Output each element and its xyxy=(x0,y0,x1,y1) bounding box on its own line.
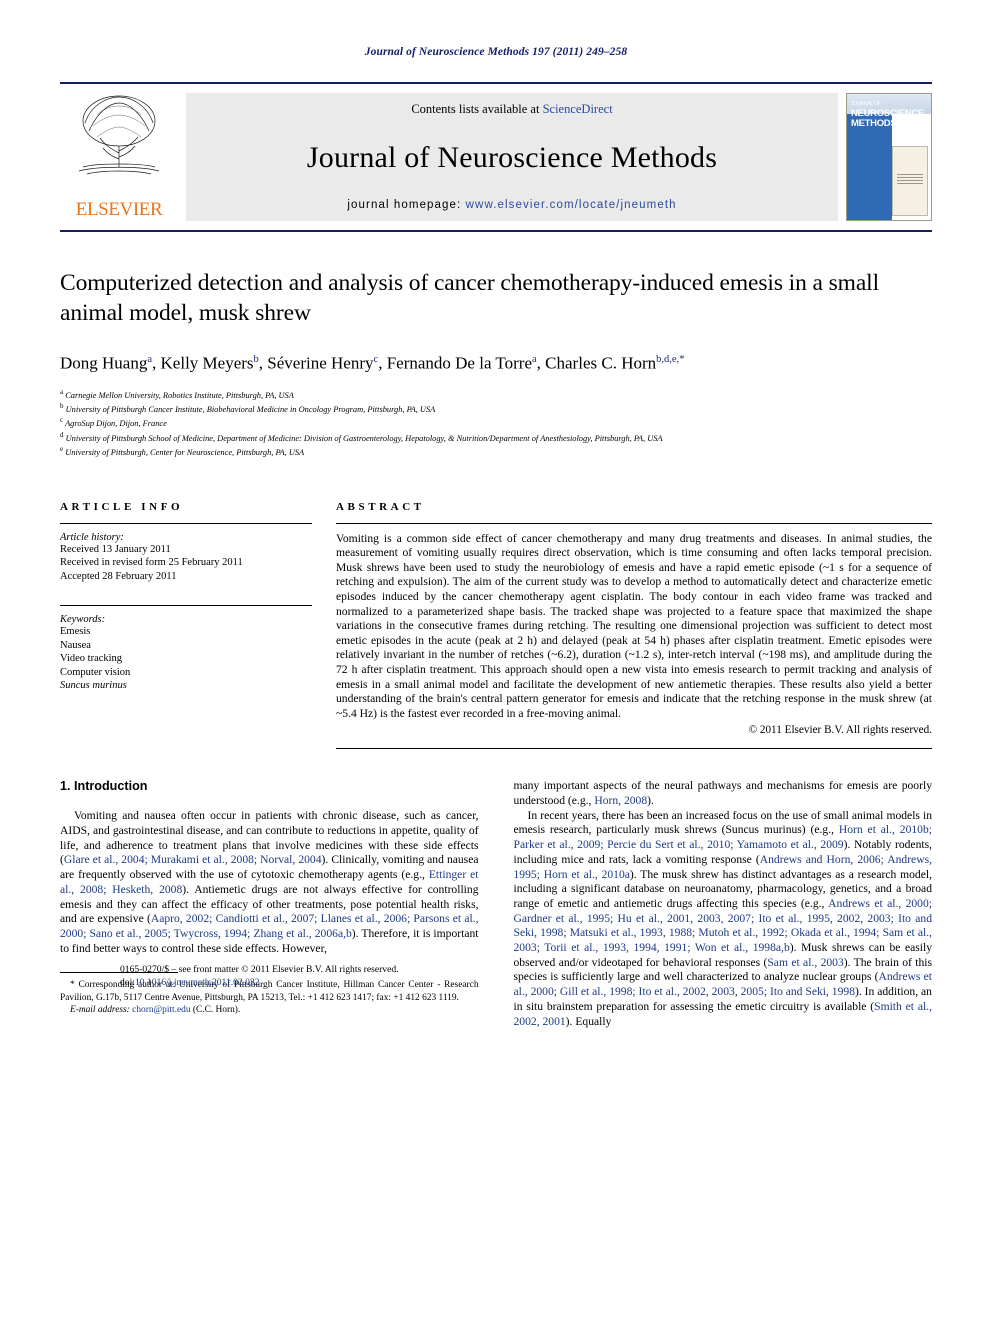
abstract-text: Vomiting is a common side effect of canc… xyxy=(336,531,932,720)
abstract-heading: ABSTRACT xyxy=(336,500,425,513)
article-history-item: Received 13 January 2011 xyxy=(60,543,171,555)
affiliation-text: AgroSup Dijon, Dijon, France xyxy=(65,419,167,429)
keyword-item: Computer vision xyxy=(60,666,131,678)
cover-journal-of-label: JOURNAL OF xyxy=(851,101,881,107)
intro-text: many important aspects of the neural pat… xyxy=(513,779,933,808)
contents-list-prefix: Contents lists available at xyxy=(411,102,543,116)
abstract-column: ABSTRACT Vomiting is a common side effec… xyxy=(336,501,932,750)
affiliation-list: a Carnegie Mellon University, Robotics I… xyxy=(60,387,932,459)
author-list: Dong Huanga, Kelly Meyersb, Séverine Hen… xyxy=(60,353,685,373)
citation-link[interactable]: Horn, 2008 xyxy=(594,794,647,807)
imprint-block: 0165-0270/$ – see front matter © 2011 El… xyxy=(120,964,550,989)
elsevier-wordmark: ELSEVIER xyxy=(75,199,163,220)
doi-prefix: doi: xyxy=(120,976,135,988)
intro-paragraph-left: Vomiting and nausea often occur in patie… xyxy=(60,809,479,956)
issn-line: 0165-0270/$ – see front matter © 2011 El… xyxy=(120,964,399,976)
body-column-left: 1. Introduction Vomiting and nausea ofte… xyxy=(60,779,479,1029)
journal-homepage-line: journal homepage: www.elsevier.com/locat… xyxy=(347,199,676,211)
keywords-rule xyxy=(60,605,312,607)
email-note: E-mail address: chorn@pitt.edu (C.C. Hor… xyxy=(60,1004,479,1016)
citation-link[interactable]: Sam et al., 2003 xyxy=(767,956,843,969)
page-title: Computerized detection and analysis of c… xyxy=(60,270,880,326)
affiliation-item: d University of Pittsburgh School of Med… xyxy=(60,430,932,444)
article-history-item: Received in revised form 25 February 201… xyxy=(60,557,243,569)
keywords-label: Keywords: xyxy=(60,614,106,626)
abstract-bottom-rule xyxy=(336,748,932,750)
affiliation-item: e University of Pittsburgh, Center for N… xyxy=(60,444,932,458)
section-heading-introduction: 1. Introduction xyxy=(60,779,148,794)
cover-lower-lines xyxy=(897,174,923,184)
elsevier-logo: ELSEVIER xyxy=(60,93,178,221)
keyword-item: Nausea xyxy=(60,639,91,651)
affiliation-text: University of Pittsburgh School of Medic… xyxy=(65,433,663,443)
email-owner: (C.C. Horn). xyxy=(192,1004,241,1015)
abstract-rule xyxy=(336,522,932,524)
keyword-item: Suncus murinus xyxy=(60,680,127,692)
sciencedirect-link[interactable]: ScienceDirect xyxy=(543,102,613,116)
affiliation-marker: e xyxy=(60,445,64,454)
journal-title: Journal of Neuroscience Methods xyxy=(306,141,718,174)
affiliation-marker: d xyxy=(60,430,64,439)
affiliation-item: a Carnegie Mellon University, Robotics I… xyxy=(60,387,932,401)
journal-banner: Contents lists available at ScienceDirec… xyxy=(186,93,838,221)
intro-paragraph-right-2: In recent years, there has been an incre… xyxy=(514,809,933,1030)
affiliation-item: c AgroSup Dijon, Dijon, France xyxy=(60,415,932,429)
intro-text: ). xyxy=(647,794,654,808)
body-column-right: many important aspects of the neural pat… xyxy=(514,779,933,1029)
masthead-bottom-rule xyxy=(60,230,932,232)
keywords-block: Keywords: Emesis Nausea Video tracking C… xyxy=(60,605,312,693)
abstract-copyright: © 2011 Elsevier B.V. All rights reserved… xyxy=(748,724,932,737)
affiliation-marker: a xyxy=(60,387,64,396)
article-page: Journal of Neuroscience Methods 197 (201… xyxy=(0,0,992,1323)
journal-masthead: ELSEVIER Contents lists available at Sci… xyxy=(60,82,932,221)
article-history-item: Accepted 28 February 2011 xyxy=(60,570,177,582)
citation-link[interactable]: Glare et al., 2004; Murakami et al., 200… xyxy=(64,853,322,866)
article-info-rule xyxy=(60,522,312,524)
doi-value[interactable]: 10.1016/j.jneumeth.2011.02.032 xyxy=(135,977,260,988)
running-head: Journal of Neuroscience Methods 197 (201… xyxy=(364,46,628,58)
article-info-heading: ARTICLE INFO xyxy=(60,500,184,513)
article-history-label: Article history: xyxy=(60,531,124,543)
affiliation-marker: c xyxy=(60,416,64,425)
info-abstract-section: ARTICLE INFO Article history: Received 1… xyxy=(60,501,932,750)
body-columns: 1. Introduction Vomiting and nausea ofte… xyxy=(60,779,932,1029)
journal-homepage-url[interactable]: www.elsevier.com/locate/jneumeth xyxy=(466,199,677,211)
doi-line: doi:10.1016/j.jneumeth.2011.02.032 xyxy=(120,977,550,989)
affiliation-marker: b xyxy=(60,402,64,411)
email-label: E-mail address: xyxy=(70,1004,130,1015)
intro-text: ). Equally xyxy=(565,1014,612,1028)
contents-list-line: Contents lists available at ScienceDirec… xyxy=(411,102,612,117)
affiliation-text: University of Pittsburgh Cancer Institut… xyxy=(65,404,436,414)
affiliation-text: Carnegie Mellon University, Robotics Ins… xyxy=(65,390,294,400)
intro-paragraph-right-continued: many important aspects of the neural pat… xyxy=(514,779,933,808)
email-link[interactable]: chorn@pitt.edu xyxy=(132,1005,190,1015)
corresponding-marker: * xyxy=(70,980,75,991)
cover-title-text: NEUROSCIENCE METHODS xyxy=(851,109,924,128)
journal-cover-thumbnail: JOURNAL OF NEUROSCIENCE METHODS xyxy=(846,93,932,221)
elsevier-tree-icon xyxy=(78,95,160,175)
keyword-item: Video tracking xyxy=(60,653,123,665)
affiliation-text: University of Pittsburgh, Center for Neu… xyxy=(65,448,305,458)
affiliation-item: b University of Pittsburgh Cancer Instit… xyxy=(60,401,932,415)
article-info-column: ARTICLE INFO Article history: Received 1… xyxy=(60,501,312,750)
cover-title-line2: METHODS xyxy=(851,117,897,129)
journal-homepage-label: journal homepage: xyxy=(347,199,462,211)
keyword-item: Emesis xyxy=(60,626,91,638)
